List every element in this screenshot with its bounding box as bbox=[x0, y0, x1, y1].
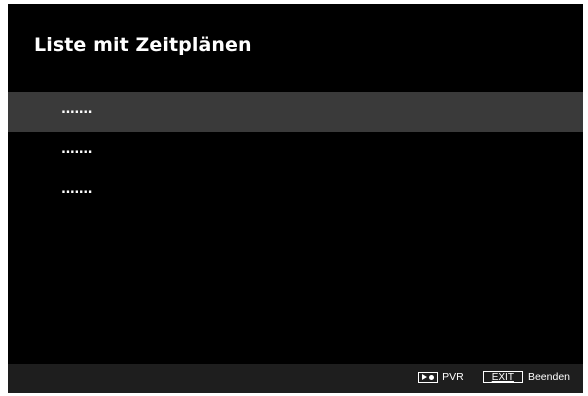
schedule-list: ....... ....... ....... bbox=[8, 92, 583, 212]
exit-key[interactable]: EXIT bbox=[482, 371, 523, 383]
page-title: Liste mit Zeitplänen bbox=[34, 34, 252, 56]
play-record-icon[interactable] bbox=[418, 371, 439, 383]
schedule-list-item[interactable]: ....... bbox=[8, 172, 583, 212]
record-icon bbox=[429, 374, 435, 380]
footer-hints: PVR EXIT Beenden bbox=[418, 371, 570, 383]
schedule-item-label: ....... bbox=[61, 182, 93, 197]
play-icon bbox=[422, 374, 428, 380]
footer-bar: PVR EXIT Beenden bbox=[8, 364, 583, 393]
schedule-item-label: ....... bbox=[61, 142, 93, 157]
pvr-label: PVR bbox=[442, 371, 464, 383]
tv-screen: Liste mit Zeitplänen ....... ....... ...… bbox=[8, 4, 583, 393]
exit-label: Beenden bbox=[527, 371, 570, 383]
schedule-item-label: ....... bbox=[61, 102, 93, 117]
schedule-list-item[interactable]: ....... bbox=[8, 92, 583, 132]
schedule-list-item[interactable]: ....... bbox=[8, 132, 583, 172]
